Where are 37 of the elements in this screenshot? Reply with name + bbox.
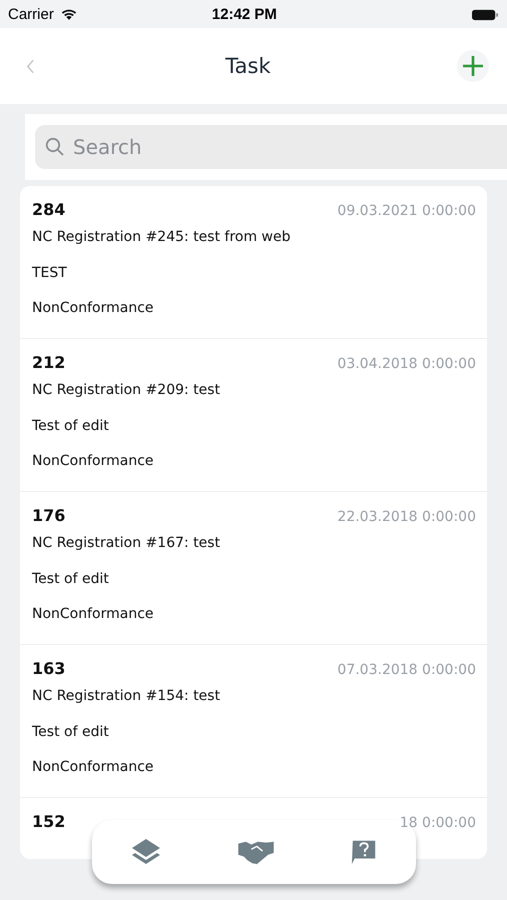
layers-icon[interactable] (130, 837, 162, 867)
task-number: 152 (32, 812, 66, 831)
task-type: NonConformance (32, 452, 155, 471)
task-row[interactable]: 284 09.03.2021 0:00:00 NC Registration #245: test from web TEST NonConformance (20, 186, 487, 339)
search-icon (45, 137, 65, 157)
task-type: NonConformance (32, 605, 155, 624)
task-type: NonConformance (32, 299, 155, 318)
task-type: NonConformance (32, 758, 155, 777)
task-number: 176 (32, 506, 66, 525)
task-date: 03.04.2018 0:00:00 (337, 356, 476, 372)
task-date: 07.03.2018 0:00:00 (337, 662, 476, 678)
carrier-name: Carrier (8, 6, 54, 22)
task-row[interactable]: 163 07.03.2018 0:00:00 NC Registration #154: test Test of edit NonConformance (20, 645, 487, 798)
task-date: 09.03.2021 0:00:00 (337, 203, 476, 219)
search-field[interactable]: Search (35, 125, 507, 169)
task-description: Test of edit (32, 570, 110, 588)
task-description: Test of edit (32, 416, 110, 436)
battery-icon (471, 8, 499, 20)
task-number: 163 (32, 659, 66, 678)
task-title: NC Registration #209: test (32, 381, 222, 400)
task-number: 284 (32, 200, 66, 219)
plus-icon (460, 54, 485, 78)
task-description: Test of edit (32, 722, 110, 742)
task-title: NC Registration #245: test from web (32, 228, 292, 247)
task-row[interactable]: 212 03.04.2018 0:00:00 NC Registration #209: test Test of edit NonConformance (20, 339, 487, 492)
task-date: 18 0:00:00 (400, 815, 476, 831)
clock-time: 12:42 PM (210, 6, 278, 22)
task-title: NC Registration #154: test (32, 687, 222, 706)
task-number: 212 (32, 353, 66, 372)
add-button[interactable] (456, 50, 489, 82)
chevron-left-icon (26, 58, 35, 74)
wifi-icon (60, 8, 78, 20)
page-title: Task (225, 54, 271, 78)
task-date: 22.03.2018 0:00:00 (337, 509, 476, 525)
task-description: TEST (32, 264, 68, 282)
task-title: NC Registration #167: test (32, 534, 222, 553)
task-row[interactable]: 176 22.03.2018 0:00:00 NC Registration #167: test Test of edit NonConformance (20, 492, 487, 645)
